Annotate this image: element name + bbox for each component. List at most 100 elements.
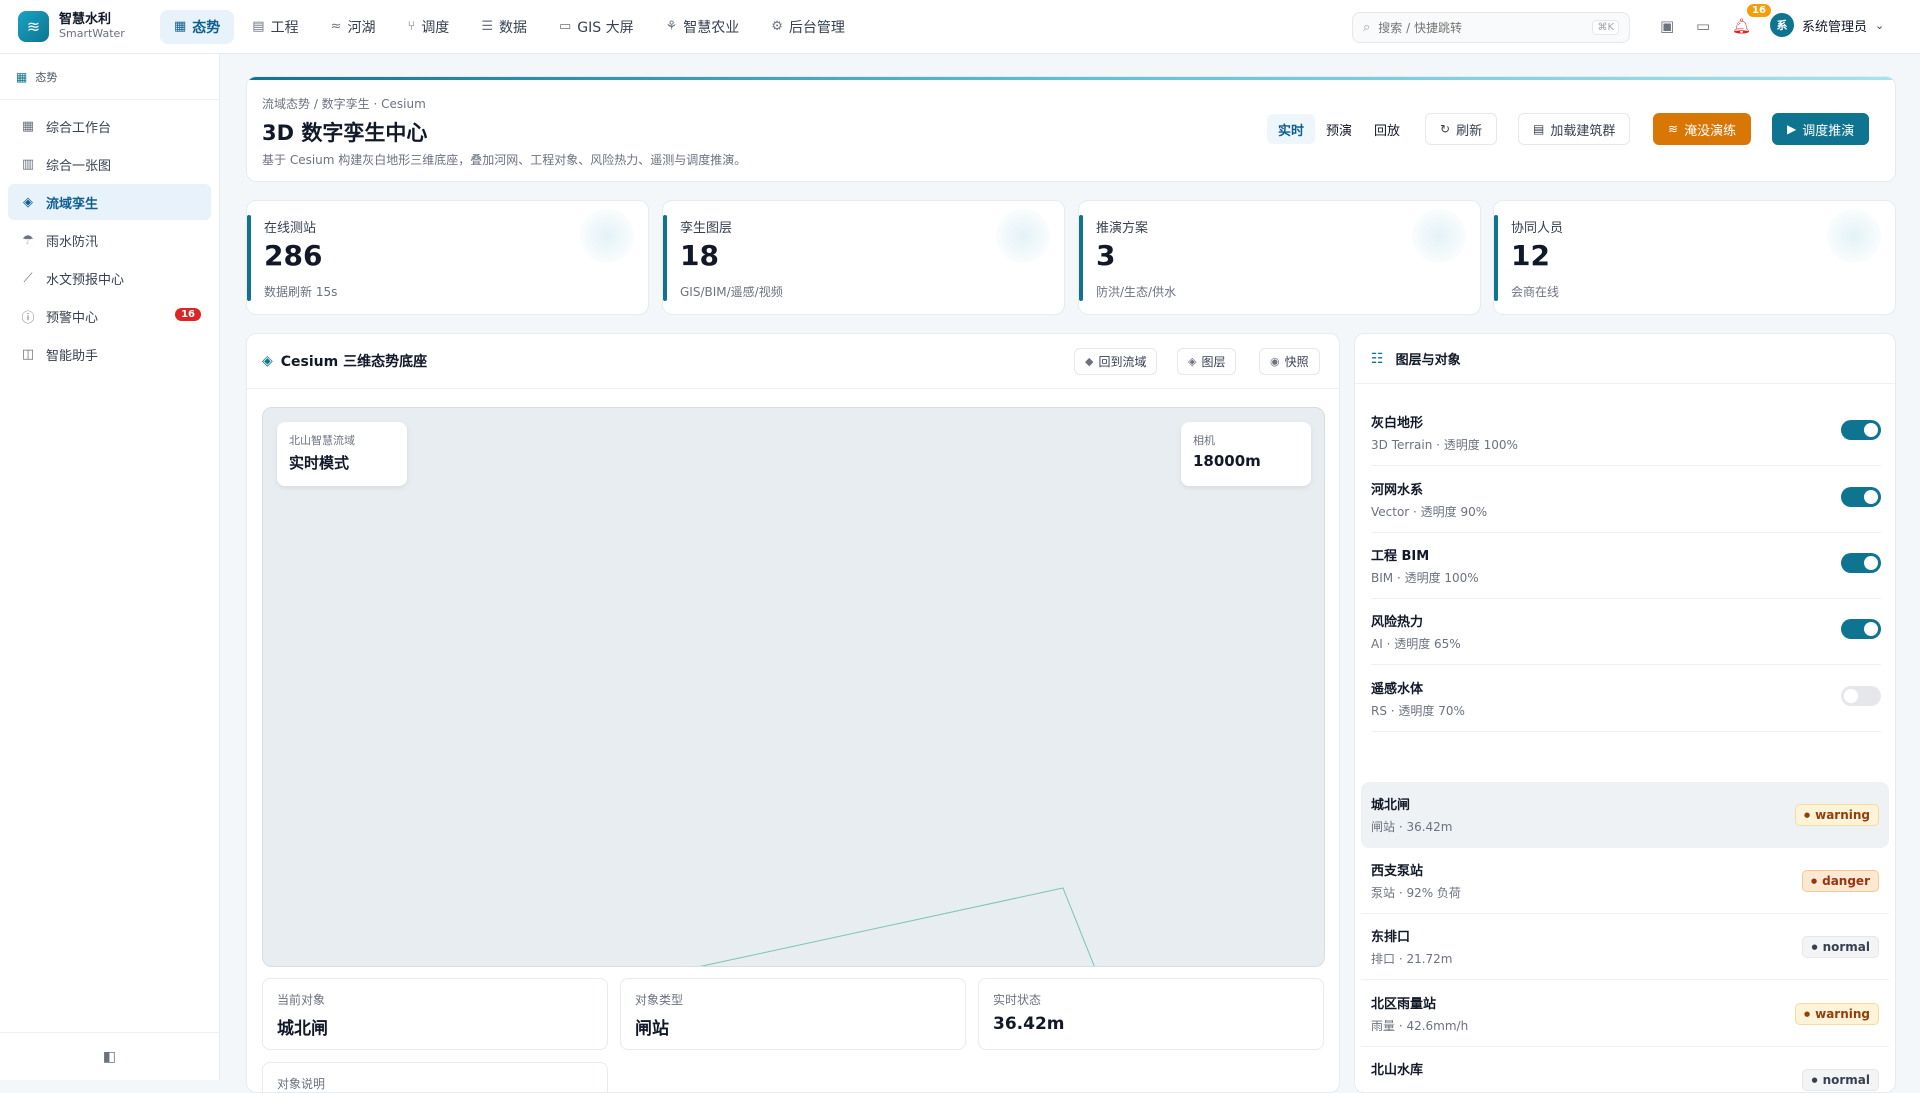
nav-label: 数据 (498, 19, 527, 36)
stat-card-online-stations: 在线测站 286 数据刷新 15s (246, 200, 649, 315)
cesium-viewport[interactable]: 北山智慧流域 实时模式 相机 18000m (262, 407, 1325, 967)
current-object-card: 当前对象 城北闸 (262, 978, 608, 1050)
sidebar-item-label: 雨水防汛 (46, 234, 99, 250)
locate-icon: ◆ (1085, 355, 1094, 368)
load-buildings-button[interactable]: ▤ 加载建筑群 (1518, 113, 1631, 145)
object-row[interactable]: 东排口 排口 · 21.72m normal (1361, 914, 1889, 980)
nav-label: 工程 (270, 19, 299, 36)
stat-label: 孪生图层 (680, 221, 733, 236)
object-type-label: 对象类型 (635, 993, 684, 1007)
layer-name: 河网水系 (1371, 483, 1424, 498)
sidebar-item-label: 综合一张图 (46, 158, 112, 174)
nav-admin[interactable]: ⚙ 后台管理 (757, 10, 859, 44)
layers-panel-title: 图层与对象 (1395, 353, 1461, 368)
page-description: 基于 Cesium 构建灰白地形三维底座，叠加河网、工程对象、风险热力、遥测与调… (262, 153, 747, 167)
mode-preview[interactable]: 预演 (1315, 114, 1363, 144)
layer-row: 灰白地形 3D Terrain · 透明度 100% (1371, 400, 1881, 466)
nav-data[interactable]: ☰ 数据 (467, 10, 541, 44)
search-box[interactable]: ⌕ ⌘K (1352, 12, 1630, 43)
stat-card-collaborators: 协同人员 12 会商在线 (1493, 200, 1896, 315)
branch-icon: ⑂ (407, 19, 416, 34)
nav-label: 态势 (192, 19, 221, 36)
bot-icon: ◫ (21, 346, 35, 362)
bell-icon[interactable]: 🔔︎ (1732, 17, 1751, 35)
stat-sub: GIS/BIM/遥感/视频 (680, 285, 783, 299)
refresh-label: 刷新 (1456, 123, 1483, 139)
sidebar-item-workbench[interactable]: ▦ 综合工作台 (8, 108, 211, 144)
brand[interactable]: ≋ 智慧水利 SmartWater (0, 11, 155, 42)
sidebar-item-label: 水文预报中心 (46, 272, 125, 288)
avatar: 系 (1770, 13, 1794, 37)
layers-icon: ◈ (23, 194, 33, 210)
layer-toggle[interactable] (1841, 487, 1881, 507)
line-chart-icon: ⟋ (23, 270, 33, 286)
object-name: 北山水库 (1371, 1063, 1424, 1078)
user-menu[interactable]: 系 系统管理员 ⌄ (1770, 13, 1884, 37)
nav-dispatch[interactable]: ⑂ 调度 (394, 10, 464, 44)
breadcrumb: 流域态势 / 数字孪生 · Cesium (262, 97, 426, 111)
layers-icon: ◈ (1188, 355, 1197, 368)
nav-gis-screen[interactable]: ▭ GIS 大屏 (545, 10, 648, 44)
object-desc-label: 对象说明 (277, 1077, 326, 1091)
layer-toggle[interactable] (1841, 553, 1881, 573)
stat-label: 推演方案 (1096, 221, 1149, 236)
screen-icon[interactable]: ▭ (1696, 17, 1710, 35)
header-accent-stripe (247, 77, 1895, 80)
sidebar-item-forecast[interactable]: ⟋ 水文预报中心 (8, 260, 211, 296)
database-icon: ☰ (481, 19, 493, 34)
cesium-panel-header: ◈ Cesium 三维态势底座 (247, 334, 1339, 389)
page-header-card: 流域态势 / 数字孪生 · Cesium 3D 数字孪生中心 基于 Cesium… (246, 76, 1896, 182)
nav-engineering[interactable]: ▤ 工程 (238, 10, 312, 44)
load-buildings-label: 加载建筑群 (1550, 123, 1616, 139)
cesium-panel-title: Cesium 三维态势底座 (280, 354, 428, 370)
sidebar-item-flood[interactable]: ☂ 雨水防汛 (8, 222, 211, 258)
monitor-icon: ▭ (558, 19, 572, 34)
object-row[interactable]: 西支泵站 泵站 · 92% 负荷 danger (1361, 848, 1889, 914)
layers-panel-header: ☷ 图层与对象 (1355, 334, 1895, 384)
object-row[interactable]: 城北闸 闸站 · 36.42m warning (1361, 782, 1889, 848)
nav-situation[interactable]: ▦ 态势 (160, 9, 235, 44)
mode-playback[interactable]: 回放 (1363, 114, 1411, 144)
layer-toggle[interactable] (1841, 420, 1881, 440)
stat-accent (1079, 215, 1083, 301)
sidebar-item-assistant[interactable]: ◫ 智能助手 (8, 336, 211, 372)
flood-drill-label: 淹没演练 (1684, 123, 1737, 139)
map-icon: ▥ (21, 156, 35, 172)
search-input[interactable] (1378, 20, 1593, 35)
layer-name: 工程 BIM (1371, 549, 1430, 564)
refresh-button[interactable]: ↻ 刷新 (1425, 113, 1498, 145)
dispatch-label: 调度推演 (1802, 123, 1855, 139)
layers-button[interactable]: ◈ 图层 (1177, 348, 1237, 375)
object-desc-card: 对象说明 (262, 1062, 608, 1092)
layer-name: 灰白地形 (1371, 416, 1424, 431)
nav-label: GIS 大屏 (577, 19, 634, 36)
nav-label: 调度 (421, 19, 450, 36)
stat-sub: 防洪/生态/供水 (1096, 285, 1177, 299)
layer-toggle[interactable] (1841, 619, 1881, 639)
stat-sub: 会商在线 (1511, 285, 1560, 299)
nav-agriculture[interactable]: ⚘ 智慧农业 (652, 10, 754, 44)
snapshot-button[interactable]: ◉ 快照 (1259, 348, 1320, 375)
layer-name: 遥感水体 (1371, 682, 1424, 697)
sidebar: ▦ 态势 ▦ 综合工作台 ▥ 综合一张图 ◈ 流域孪生 ☂ 雨水防汛 ⟋ 水文预报中心 ⓘ 预… (0, 54, 220, 1080)
back-to-basin-button[interactable]: ◆ 回到流域 (1074, 348, 1158, 375)
calendar-icon[interactable]: ▣ (1660, 17, 1674, 35)
object-row[interactable]: 北区雨量站 雨量 · 42.6mm/h warning (1361, 981, 1889, 1047)
layer-meta: Vector · 透明度 90% (1371, 505, 1488, 519)
sidebar-collapse-button[interactable]: ◧ (0, 1032, 219, 1080)
current-object-value: 城北闸 (277, 1019, 328, 1039)
layer-toggle[interactable] (1841, 686, 1881, 706)
stat-decoration (580, 209, 634, 263)
nav-rivers[interactable]: ≈ 河湖 (317, 10, 390, 44)
object-row[interactable]: 北山水库 normal (1361, 1047, 1889, 1092)
stat-value: 18 (680, 239, 719, 272)
flood-drill-button[interactable]: ≋ 淹没演练 (1653, 113, 1752, 145)
sidebar-item-map[interactable]: ▥ 综合一张图 (8, 146, 211, 182)
status-value: 36.42m (993, 1014, 1065, 1034)
sidebar-item-basin-twin[interactable]: ◈ 流域孪生 (8, 184, 211, 220)
layer-row: 工程 BIM BIM · 透明度 100% (1371, 533, 1881, 599)
mode-realtime[interactable]: 实时 (1267, 114, 1316, 144)
sidebar-item-label: 智能助手 (46, 348, 99, 364)
dispatch-simulation-button[interactable]: ▶ 调度推演 (1772, 113, 1870, 145)
sidebar-item-alerts[interactable]: ⓘ 预警中心 16 (8, 298, 211, 334)
